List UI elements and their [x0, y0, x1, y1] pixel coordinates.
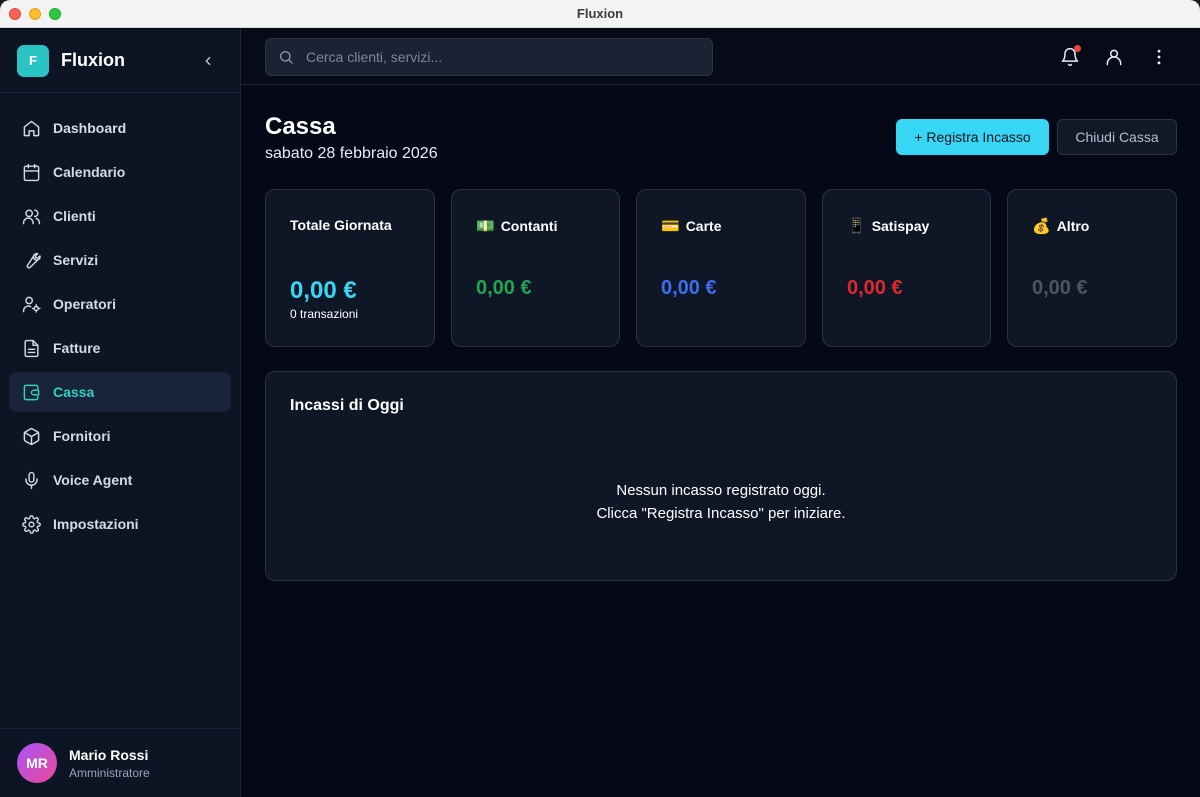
card-label: 💵 Contanti [476, 218, 558, 235]
sidebar-item-label: Servizi [53, 252, 99, 268]
avatar: MR [17, 743, 57, 783]
notifications-button[interactable] [1059, 45, 1081, 68]
sidebar-item-label: Impostazioni [53, 516, 139, 532]
close-window-button[interactable] [9, 8, 21, 20]
user-info: Mario Rossi Amministratore [69, 747, 150, 780]
brand: F Fluxion [0, 29, 240, 93]
microphone-icon [25, 471, 38, 489]
card-label: Totale Giornata [290, 217, 392, 233]
card-value: 0,00 € [476, 277, 532, 299]
wallet-icon [23, 384, 40, 400]
sidebar-item-calendario[interactable]: Calendario [9, 152, 231, 192]
card-label: 📱 Satispay [847, 218, 930, 235]
sidebar-item-label: Fatture [53, 340, 101, 356]
credit-card-icon: 💳 [661, 218, 680, 235]
sidebar-item-label: Cassa [53, 384, 95, 400]
card-label: 💳 Carte [661, 218, 722, 235]
sidebar-item-label: Voice Agent [53, 472, 133, 488]
sidebar-item-voice-agent[interactable]: Voice Agent [9, 460, 231, 500]
sidebar-item-operatori[interactable]: Operatori [9, 284, 231, 324]
card-value: 0,00 € [661, 277, 717, 299]
title-bar: Fluxion [0, 0, 1200, 28]
today-payments-panel: Incassi di Oggi Nessun incasso registrat… [265, 371, 1177, 581]
sidebar-item-cassa[interactable]: Cassa [9, 372, 231, 412]
app-window: Fluxion F Fluxion Dashboard Calendario C… [0, 0, 1200, 797]
search-box[interactable] [265, 38, 713, 76]
zoom-window-button[interactable] [49, 8, 61, 20]
user-profile[interactable]: MR Mario Rossi Amministratore [0, 728, 240, 797]
window-controls [9, 8, 61, 20]
sidebar-item-label: Fornitori [53, 428, 111, 444]
user-cog-icon [22, 296, 41, 313]
card-value: 0,00 € [290, 277, 357, 304]
sidebar-item-clienti[interactable]: Clienti [9, 196, 231, 236]
search-input[interactable] [306, 49, 686, 65]
sidebar: F Fluxion Dashboard Calendario Clienti S… [0, 29, 241, 797]
register-payment-button[interactable]: + Registra Incasso [896, 119, 1049, 155]
gear-icon [22, 514, 41, 534]
more-vertical-icon [1157, 49, 1161, 65]
minimize-window-button[interactable] [29, 8, 41, 20]
sidebar-item-label: Calendario [53, 164, 126, 180]
sidebar-item-fornitori[interactable]: Fornitori [9, 416, 231, 456]
card-value: 0,00 € [1032, 277, 1088, 299]
other-card: 💰 Altro 0,00 € [1007, 189, 1177, 347]
collapse-sidebar-button[interactable] [198, 51, 218, 71]
calendar-icon [23, 163, 40, 181]
user-name: Mario Rossi [69, 746, 149, 763]
sidebar-item-label: Dashboard [53, 120, 127, 136]
top-header [241, 29, 1200, 85]
search-icon [280, 51, 293, 64]
wrench-icon [26, 252, 41, 269]
empty-state-message: Nessun incasso registrato oggi. Clicca "… [266, 479, 1176, 525]
money-bag-icon: 💰 [1032, 218, 1051, 235]
main-content: Cassa sabato 28 febbraio 2026 + Registra… [241, 85, 1200, 797]
cards-card: 💳 Carte 0,00 € [636, 189, 806, 347]
sidebar-item-servizi[interactable]: Servizi [9, 240, 231, 280]
panel-title: Incassi di Oggi [290, 397, 404, 414]
sidebar-nav: Dashboard Calendario Clienti Servizi Ope… [0, 93, 240, 544]
mobile-phone-icon: 📱 [847, 218, 866, 235]
sidebar-item-label: Clienti [53, 208, 96, 224]
close-register-button[interactable]: Chiudi Cassa [1057, 119, 1177, 155]
transaction-count: 0 transazioni [290, 307, 359, 321]
file-text-icon [24, 339, 39, 357]
banknote-icon: 💵 [476, 218, 495, 235]
brand-logo: F [17, 44, 49, 77]
home-icon [23, 120, 40, 136]
chevron-left-icon [205, 56, 211, 66]
users-icon [22, 208, 41, 224]
sidebar-item-label: Operatori [53, 296, 117, 312]
total-day-card: Totale Giornata 0,00 € 0 transazioni [265, 189, 435, 347]
card-label: 💰 Altro [1032, 218, 1090, 235]
user-icon [1106, 49, 1122, 66]
sidebar-item-fatture[interactable]: Fatture [9, 328, 231, 368]
notification-badge [1074, 45, 1081, 52]
satispay-card: 📱 Satispay 0,00 € [822, 189, 991, 347]
window-title: Fluxion [576, 6, 624, 21]
package-icon [23, 427, 40, 445]
page-date: sabato 28 febbraio 2026 [265, 145, 438, 162]
empty-state-hint: Clicca "Registra Incasso" per iniziare. [596, 505, 846, 522]
empty-state-line: Nessun incasso registrato oggi. [616, 482, 826, 499]
card-value: 0,00 € [847, 277, 903, 299]
brand-name: Fluxion [61, 50, 125, 70]
user-role: Amministratore [69, 765, 150, 780]
sidebar-item-dashboard[interactable]: Dashboard [9, 108, 231, 148]
profile-button[interactable] [1103, 46, 1125, 68]
cash-card: 💵 Contanti 0,00 € [451, 189, 620, 347]
page-title: Cassa [265, 113, 336, 140]
more-options-button[interactable] [1148, 46, 1170, 68]
sidebar-item-impostazioni[interactable]: Impostazioni [9, 504, 231, 544]
